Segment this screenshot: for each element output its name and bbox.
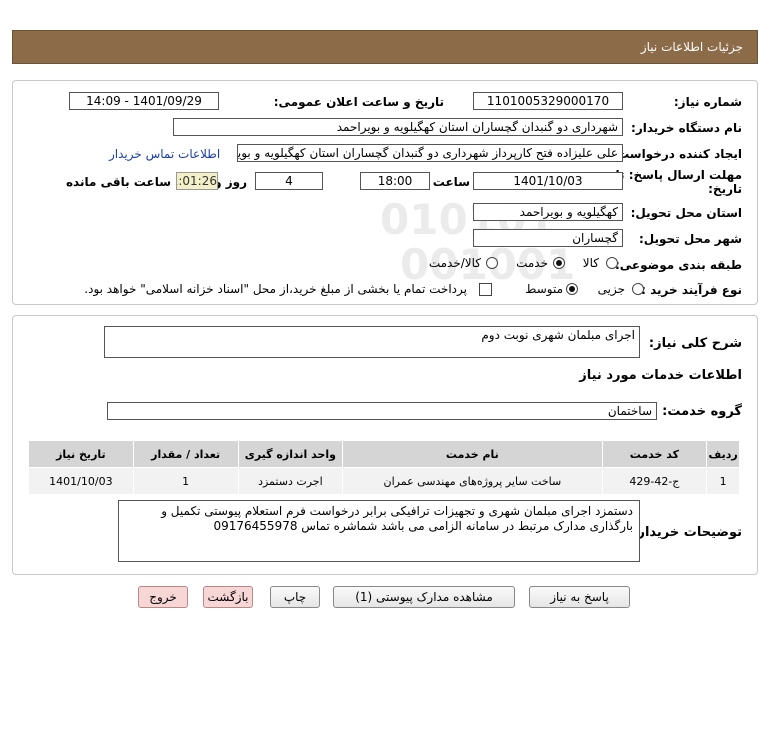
need-number-field: 1101005329000170 <box>473 92 623 110</box>
service-code-cell: ج-42-429 <box>601 467 708 495</box>
city-label: شهر محل تحویل: <box>638 232 742 246</box>
category-goods-label: کالا <box>582 256 599 270</box>
buyer-contact-link[interactable]: اطلاعات تماس خریدار <box>109 147 220 161</box>
buyer-org-field: شهرداری دو گنبدان گچساران استان کهگیلویه… <box>173 118 623 136</box>
view-attachments-button[interactable]: مشاهده مدارک پیوستی (1) <box>333 586 515 608</box>
row-index-cell: 1 <box>706 467 740 495</box>
col-row-header: ردیف <box>706 440 740 468</box>
purchase-medium-label: متوسط <box>525 282 563 296</box>
category-goods-service-radio[interactable] <box>486 257 498 269</box>
deadline-date-field: 1401/10/03 <box>473 172 623 190</box>
summary-label: شرح کلی نیاز: <box>648 336 742 351</box>
remaining-label: ساعت باقی مانده <box>65 175 171 189</box>
col-code-header: کد خدمت <box>601 440 708 468</box>
page-title: جزئیات اطلاعات نیاز <box>640 40 743 54</box>
category-goods-radio[interactable] <box>606 257 618 269</box>
days-label: روز و <box>214 175 247 189</box>
purchase-medium-radio[interactable] <box>566 283 578 295</box>
buyer-notes-box: دستمزد اجرای مبلمان شهری و تجهیزات ترافی… <box>118 500 640 562</box>
col-qty-header: تعداد / مقدار <box>132 440 239 468</box>
quantity-cell: 1 <box>132 467 239 495</box>
treasury-checkbox[interactable] <box>479 283 492 296</box>
remaining-time-field: 01:01:26 <box>176 172 218 190</box>
back-button[interactable]: بازگشت <box>203 586 253 608</box>
table-header-row: ردیف کد خدمت نام خدمت واحد اندازه گیری ت… <box>28 440 740 468</box>
services-section-title: اطلاعات خدمات مورد نیاز <box>579 368 742 383</box>
col-name-header: نام خدمت <box>342 440 603 468</box>
service-group-field: ساختمان <box>107 402 657 420</box>
services-table: ردیف کد خدمت نام خدمت واحد اندازه گیری ت… <box>28 440 740 495</box>
days-field: 4 <box>255 172 323 190</box>
province-label: استان محل تحویل: <box>630 206 742 220</box>
purchase-minor-label: جزیی <box>597 282 625 296</box>
category-label: طبقه بندی موضوعی: <box>614 258 742 272</box>
reply-button[interactable]: پاسخ به نیاز <box>529 586 630 608</box>
service-name-cell: ساخت سایر پروژه‌های مهندسی عمران <box>342 467 603 495</box>
deadline-time-label: ساعت <box>432 175 470 189</box>
province-field: کهگیلویه و بویراحمد <box>473 203 623 221</box>
category-service-label: خدمت <box>516 256 548 270</box>
category-goods-service-label: کالا/خدمت <box>428 256 481 270</box>
buyer-org-label: نام دستگاه خریدار: <box>631 121 742 135</box>
need-number-label: شماره نیاز: <box>673 95 742 109</box>
creator-field: علی علیزاده فتح کارپرداز شهرداری دو گنبد… <box>237 144 623 162</box>
exit-button[interactable]: خروج <box>138 586 188 608</box>
creator-label: ایجاد کننده درخواست: <box>612 147 742 161</box>
col-unit-header: واحد اندازه گیری <box>237 440 344 468</box>
unit-cell: اجرت دستمزد <box>237 467 344 495</box>
purchase-minor-radio[interactable] <box>632 283 644 295</box>
deadline-label-date: تاریخ: <box>708 182 742 196</box>
print-button[interactable]: چاپ <box>270 586 320 608</box>
category-service-radio[interactable] <box>553 257 565 269</box>
service-group-label: گروه خدمت: <box>662 404 742 419</box>
buyer-notes-label: توضیحات خریدار: <box>632 525 742 540</box>
purchase-type-label: نوع فرآیند خرید : <box>641 283 742 297</box>
col-date-header: تاریخ نیاز <box>28 440 134 468</box>
treasury-note: پرداخت تمام یا بخشی از مبلغ خرید،از محل … <box>84 282 467 296</box>
summary-field: اجرای مبلمان شهری نوبت دوم <box>104 326 640 358</box>
announce-field: 1401/09/29 - 14:09 <box>69 92 219 110</box>
deadline-label: مهلت ارسال پاسخ: تا <box>615 168 743 182</box>
announce-label: تاریخ و ساعت اعلان عمومی: <box>273 95 444 109</box>
page-title-bar: جزئیات اطلاعات نیاز <box>12 30 758 64</box>
table-row: 1 ج-42-429 ساخت سایر پروژه‌های مهندسی عم… <box>28 467 740 495</box>
deadline-time-field: 18:00 <box>360 172 430 190</box>
need-date-cell: 1401/10/03 <box>28 467 134 495</box>
city-field: گچساران <box>473 229 623 247</box>
